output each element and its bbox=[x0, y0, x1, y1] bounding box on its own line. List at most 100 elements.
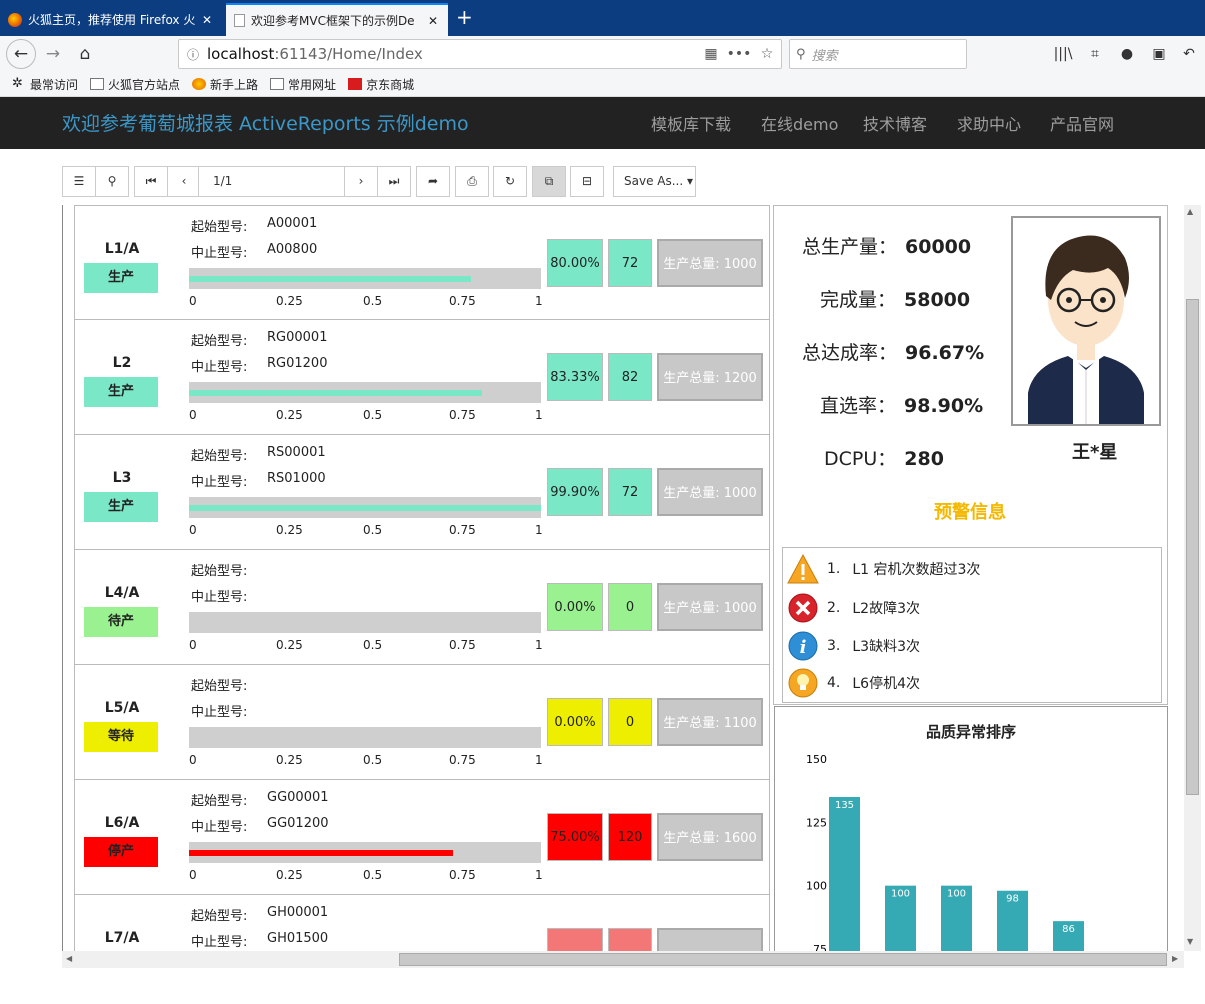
nav-tech-blog[interactable]: 技术博客 bbox=[863, 111, 927, 135]
bookmark-getting-started[interactable]: 新手上路 bbox=[192, 76, 258, 93]
axis-tick-label: 1 bbox=[535, 753, 543, 767]
info-icon: i bbox=[788, 631, 818, 661]
defect-count: 72 bbox=[608, 468, 652, 516]
forward-arrow-icon[interactable]: → bbox=[40, 42, 66, 66]
warning-title: 预警信息 bbox=[934, 502, 1006, 523]
back-arrow-icon[interactable]: ← bbox=[6, 39, 36, 69]
single-page-icon: ⊟ bbox=[581, 174, 593, 188]
browser-tab-bar: 火狐主页，推荐使用 Firefox 火 ✕ 欢迎参考MVC框架下的示例De ✕ … bbox=[0, 0, 1205, 36]
bookmark-jd[interactable]: 京东商城 bbox=[348, 76, 414, 93]
chat-icon[interactable]: ● bbox=[1114, 42, 1140, 66]
nav-online-demo[interactable]: 在线demo bbox=[761, 111, 838, 135]
continuous-view-icon: ⧉ bbox=[544, 174, 554, 188]
line-name: L6/A bbox=[104, 815, 140, 831]
continuous-view-button[interactable]: ⧉ bbox=[532, 166, 566, 197]
url-bar[interactable]: ⓘ localhost:61143/Home/Index ▦ ••• ☆ bbox=[178, 39, 782, 69]
axis-tick-label: 0.25 bbox=[276, 523, 303, 537]
single-page-view-button[interactable]: ⊟ bbox=[570, 166, 604, 197]
tab-title: 火狐主页，推荐使用 Firefox 火 bbox=[28, 13, 196, 27]
nav-template-download[interactable]: 模板库下载 bbox=[651, 111, 731, 135]
horizontal-scroll-thumb[interactable] bbox=[399, 953, 1167, 966]
vertical-scrollbar[interactable]: ▲ ▼ bbox=[1184, 205, 1201, 951]
undo-icon[interactable]: ↶ bbox=[1176, 42, 1202, 66]
bookmark-star-icon[interactable]: ☆ bbox=[753, 46, 781, 62]
page-icon bbox=[234, 14, 245, 27]
home-icon[interactable]: ⌂ bbox=[72, 42, 98, 66]
warning-item: 1. L1 宕机次数超过3次 bbox=[787, 552, 980, 586]
line-status-badge: 等待 bbox=[84, 722, 158, 752]
completion-percent: 0.00% bbox=[547, 583, 603, 631]
total-output-box: 生产总量: 1600 bbox=[657, 813, 763, 861]
search-icon: ⚲ bbox=[796, 46, 806, 62]
axis-tick-label: 1 bbox=[535, 294, 543, 308]
bar-value-label: 100 bbox=[947, 889, 966, 900]
bookmark-common-sites[interactable]: 常用网址 bbox=[270, 76, 336, 93]
person-avatar bbox=[1011, 216, 1161, 426]
library-icon[interactable]: |||\ bbox=[1050, 42, 1076, 66]
report-left-rule bbox=[62, 205, 70, 951]
scroll-right-icon[interactable]: ▶ bbox=[1172, 954, 1178, 963]
completion-percent: 0.00% bbox=[547, 698, 603, 746]
line-status-badge: 生产 bbox=[84, 263, 158, 293]
horizontal-scrollbar[interactable]: ◀ ▶ bbox=[62, 951, 1184, 968]
progress-bar bbox=[189, 842, 541, 863]
total-output-box: 生产总量: 1000 bbox=[657, 583, 763, 631]
start-model-label: 起始型号: bbox=[191, 334, 248, 349]
stat-value: 58000 bbox=[904, 289, 971, 311]
scroll-left-icon[interactable]: ◀ bbox=[66, 954, 72, 963]
end-model-value: RG01200 bbox=[267, 356, 328, 371]
url-text[interactable]: localhost:61143/Home/Index bbox=[207, 45, 697, 63]
screenshot-icon[interactable]: ⌗ bbox=[1082, 42, 1108, 66]
prev-page-button[interactable]: ‹ bbox=[167, 166, 201, 197]
info-icon[interactable]: ⓘ bbox=[179, 46, 207, 63]
qr-code-icon[interactable]: ▦ bbox=[697, 46, 725, 62]
bar-value-label: 98 bbox=[1006, 894, 1019, 905]
back-to-parent-button[interactable]: ➦ bbox=[416, 166, 450, 197]
tab-title: 欢迎参考MVC框架下的示例De bbox=[251, 14, 415, 28]
end-model-value: A00800 bbox=[267, 242, 318, 257]
nav-product-site[interactable]: 产品官网 bbox=[1050, 111, 1114, 135]
scroll-up-icon[interactable]: ▲ bbox=[1187, 207, 1193, 216]
axis-tick-label: 1 bbox=[535, 868, 543, 882]
close-icon[interactable]: ✕ bbox=[426, 14, 440, 28]
warning-text: L3缺料3次 bbox=[852, 639, 920, 655]
y-axis-tick-label: 75 bbox=[813, 943, 827, 951]
first-page-button[interactable]: ⏮ bbox=[134, 166, 168, 197]
firefox-icon bbox=[192, 78, 207, 90]
production-line-row: L2 生产 起始型号: RG00001 中止型号: RG01200 0 0.25 0.5 0.75… bbox=[74, 320, 770, 435]
jd-logo-icon bbox=[348, 78, 363, 90]
quality-anomaly-chart: 品质异常排序 75 100 125 150 135 100 100 98 86 bbox=[774, 706, 1168, 951]
close-icon[interactable]: ✕ bbox=[200, 13, 214, 27]
dcpu-stat: DCPU： 280 bbox=[824, 444, 944, 471]
url-host: localhost bbox=[207, 45, 275, 63]
start-model-label: 起始型号: bbox=[191, 909, 248, 924]
line-status-badge: 待产 bbox=[84, 607, 158, 637]
start-model-value: GG00001 bbox=[267, 790, 329, 805]
toc-button[interactable]: ☰ bbox=[62, 166, 96, 197]
lightbulb-icon bbox=[788, 668, 818, 698]
progress-bar bbox=[189, 612, 541, 633]
new-tab-button[interactable]: + bbox=[456, 6, 473, 28]
start-model-label: 起始型号: bbox=[191, 794, 248, 809]
axis-tick-label: 0.25 bbox=[276, 753, 303, 767]
bookmark-most-visited[interactable]: ✲ 最常访问 bbox=[12, 76, 78, 93]
refresh-button[interactable]: ↻ bbox=[493, 166, 527, 197]
search-button[interactable]: ⚲ bbox=[95, 166, 129, 197]
end-model-label: 中止型号: bbox=[191, 590, 248, 605]
save-as-dropdown[interactable]: Save As... ▾ bbox=[613, 166, 696, 197]
next-page-button[interactable]: › bbox=[344, 166, 378, 197]
vertical-scroll-thumb[interactable] bbox=[1186, 299, 1199, 795]
bookmark-firefox-official[interactable]: 火狐官方站点 bbox=[90, 76, 180, 93]
sidebar-icon[interactable]: ▣ bbox=[1146, 42, 1172, 66]
person-portrait-icon bbox=[1028, 235, 1144, 424]
more-actions-icon[interactable]: ••• bbox=[725, 46, 753, 62]
nav-help-center[interactable]: 求助中心 bbox=[957, 111, 1021, 135]
browser-tab-firefox-home[interactable]: 火狐主页，推荐使用 Firefox 火 ✕ bbox=[0, 3, 222, 36]
site-brand[interactable]: 欢迎参考葡萄城报表 ActiveReports 示例demo bbox=[62, 109, 469, 136]
last-page-button[interactable]: ⏭ bbox=[377, 166, 411, 197]
browser-tab-active[interactable]: 欢迎参考MVC框架下的示例De ✕ bbox=[226, 3, 448, 36]
warning-list: 1. L1 宕机次数超过3次 2. L2故障3次 i 3. L3缺料3次 4. L6停机… bbox=[782, 547, 1162, 703]
search-input[interactable]: ⚲ 搜索 bbox=[789, 39, 967, 69]
print-button[interactable]: ⎙ bbox=[455, 166, 489, 197]
scroll-down-icon[interactable]: ▼ bbox=[1187, 937, 1193, 946]
